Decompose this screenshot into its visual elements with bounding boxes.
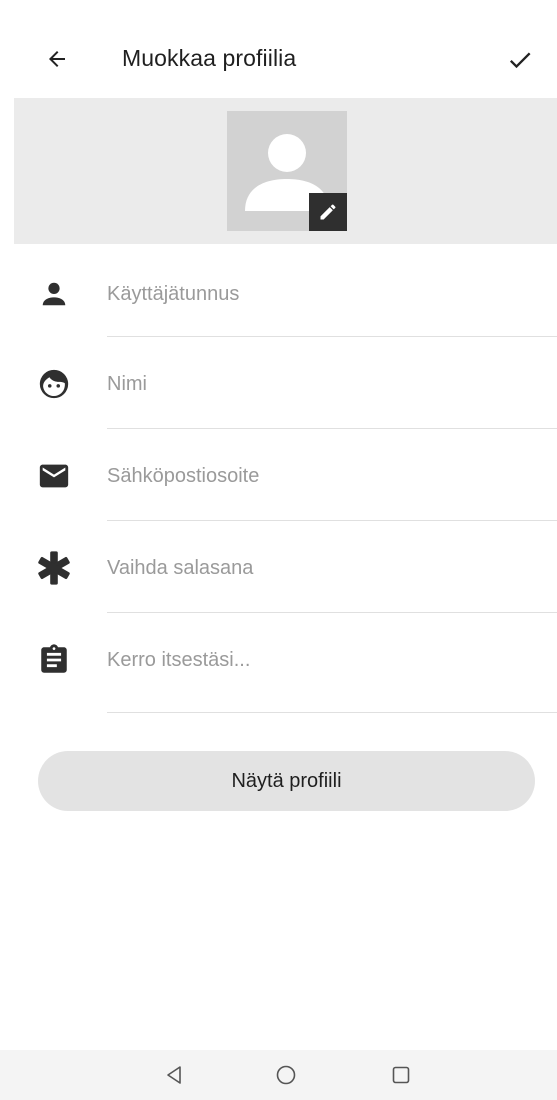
arrow-left-icon [49, 51, 65, 67]
name-field[interactable] [107, 364, 527, 404]
asterisk-icon [34, 548, 74, 588]
name-row [0, 342, 557, 434]
back-button[interactable] [38, 40, 76, 78]
edit-profile-screen: Muokkaa profiilia Käyttäjätunnus Nimi Sä… [0, 0, 557, 1100]
page-title: Muokkaa profiilia [122, 45, 297, 71]
divider [107, 712, 557, 713]
face-icon [34, 364, 74, 404]
clipboard-icon [34, 640, 74, 680]
divider [107, 428, 557, 429]
pencil-icon [320, 204, 336, 220]
password-row [0, 526, 557, 618]
nav-back-button[interactable] [157, 1058, 191, 1092]
nav-recents-button[interactable] [384, 1058, 418, 1092]
divider [107, 520, 557, 521]
person-icon [34, 274, 74, 314]
divider [107, 336, 557, 337]
change-password-field[interactable] [107, 548, 527, 588]
username-field[interactable] [107, 274, 527, 314]
save-button[interactable] [500, 40, 540, 80]
show-profile-button[interactable]: Näytä profiili [38, 751, 535, 811]
email-field[interactable] [107, 456, 527, 496]
divider [107, 612, 557, 613]
check-icon [509, 52, 531, 69]
triangle-back-icon [167, 1066, 181, 1084]
about-field[interactable] [107, 640, 527, 680]
email-row [0, 434, 557, 526]
system-nav-bar [0, 1050, 557, 1100]
app-bar: Muokkaa profiilia [0, 0, 557, 98]
edit-avatar-button[interactable] [309, 193, 347, 231]
mail-icon [34, 456, 74, 496]
about-row [0, 618, 557, 713]
nav-home-button[interactable] [269, 1058, 303, 1092]
circle-home-icon [276, 1065, 296, 1085]
username-row [0, 250, 557, 342]
square-recents-icon [392, 1066, 410, 1084]
